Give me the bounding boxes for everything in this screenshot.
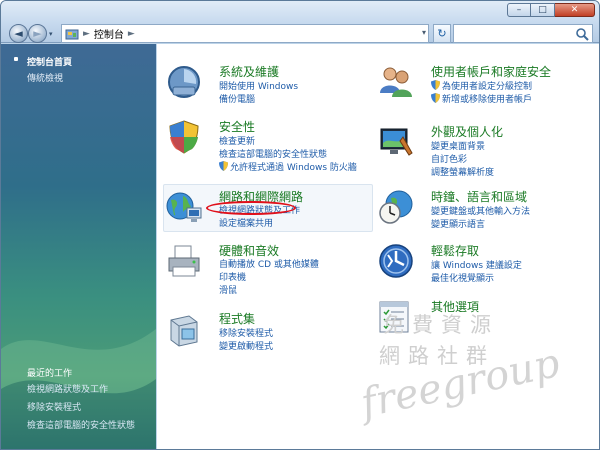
task-link[interactable]: 最佳化視覺顯示: [431, 271, 494, 284]
category-title[interactable]: 輕鬆存取: [431, 242, 479, 259]
uac-shield-icon: [219, 161, 228, 171]
navigation-pane: 控制台首頁 傳統檢視 最近的工作 檢視網路狀態及工作 移除安裝程式 檢查這部電腦…: [1, 44, 156, 449]
task-link-label[interactable]: 新增或移除使用者帳戶: [442, 95, 532, 105]
task-link[interactable]: 檢查更新: [219, 134, 255, 147]
address-dropdown-icon[interactable]: ▾: [422, 28, 426, 37]
search-icon[interactable]: [575, 27, 589, 41]
breadcrumb-control-panel[interactable]: 控制台: [94, 26, 124, 41]
recent-tasks-heading: 最近的工作: [27, 369, 73, 379]
network-globe-icon: [166, 192, 202, 222]
category-title[interactable]: 系統及維護: [219, 63, 279, 80]
category-title[interactable]: 使用者帳戶和家庭安全: [431, 63, 551, 80]
minimize-button[interactable]: –: [507, 3, 531, 17]
clock-globe-icon: [379, 190, 413, 224]
task-link[interactable]: 變更鍵盤或其他輸入方法: [431, 204, 530, 217]
task-link[interactable]: 檢查這部電腦的安全性狀態: [219, 147, 327, 160]
caption-buttons: – □ ✕: [507, 3, 595, 17]
task-link[interactable]: 移除安裝程式: [219, 326, 273, 339]
users-icon: [380, 67, 412, 97]
refresh-button[interactable]: ↻: [433, 24, 451, 43]
pane-background-wave: [1, 329, 156, 449]
breadcrumb-separator[interactable]: ►: [83, 29, 90, 39]
sidebar-item-home[interactable]: 控制台首頁: [27, 55, 72, 68]
task-link[interactable]: 允許程式通過 Windows 防火牆: [219, 160, 357, 173]
recent-task-network-status[interactable]: 檢視網路狀態及工作: [27, 382, 108, 395]
forward-button[interactable]: ►: [28, 24, 47, 43]
control-panel-window: – □ ✕ ◄ ► ▾ ► 控制台 ► ▾ ↻ 控制台首頁 傳統檢視 最近的工作…: [0, 0, 600, 450]
task-link-label[interactable]: 為使用者設定分級控制: [442, 82, 532, 92]
control-panel-icon: [65, 29, 79, 39]
task-link[interactable]: 變更顯示語言: [431, 217, 485, 230]
system-maintenance-icon: [168, 66, 200, 98]
ease-of-access-icon: [379, 244, 413, 278]
task-link[interactable]: 為使用者設定分級控制: [431, 79, 532, 92]
category-title[interactable]: 外觀及個人化: [431, 123, 503, 140]
task-link[interactable]: 變更桌面背景: [431, 139, 485, 152]
task-link[interactable]: 設定檔案共用: [219, 216, 273, 229]
task-link[interactable]: 新增或移除使用者帳戶: [431, 92, 532, 105]
back-button[interactable]: ◄: [9, 24, 28, 43]
address-bar[interactable]: ► 控制台 ► ▾: [61, 24, 429, 43]
highlight-oval: [206, 201, 296, 215]
programs-icon: [170, 315, 198, 347]
category-title[interactable]: 程式集: [219, 310, 255, 327]
maximize-button[interactable]: □: [531, 3, 555, 17]
security-shield-icon: [169, 120, 199, 154]
breadcrumb-separator[interactable]: ►: [128, 29, 135, 39]
close-button[interactable]: ✕: [555, 3, 595, 17]
task-link[interactable]: 備份電腦: [219, 92, 255, 105]
task-link[interactable]: 印表機: [219, 270, 246, 283]
category-title[interactable]: 安全性: [219, 118, 255, 135]
task-link-label[interactable]: 允許程式通過 Windows 防火牆: [230, 163, 357, 173]
search-box[interactable]: [453, 24, 593, 43]
uac-shield-icon: [431, 93, 440, 103]
printer-icon: [168, 245, 200, 277]
sidebar-item-classic-view[interactable]: 傳統檢視: [27, 71, 63, 84]
appearance-icon: [380, 128, 413, 156]
task-link[interactable]: 開始使用 Windows: [219, 79, 298, 92]
recent-task-uninstall[interactable]: 移除安裝程式: [27, 400, 81, 413]
uac-shield-icon: [431, 80, 440, 90]
watermark-line1: 免費資源: [383, 313, 499, 337]
task-link[interactable]: 自動播放 CD 或其他媒體: [219, 257, 319, 270]
title-bar: – □ ✕ ◄ ► ▾ ► 控制台 ► ▾ ↻: [1, 1, 599, 43]
active-bullet-icon: [14, 57, 18, 61]
task-link[interactable]: 自訂色彩: [431, 152, 467, 165]
category-pane: 系統及維護 開始使用 Windows 備份電腦 安全性 檢查更新 檢查這部電腦的…: [157, 44, 599, 449]
category-title[interactable]: 時鐘、語言和區域: [431, 188, 527, 205]
task-link[interactable]: 變更啟動程式: [219, 339, 273, 352]
task-link[interactable]: 讓 Windows 建議設定: [431, 258, 522, 271]
task-link[interactable]: 滑鼠: [219, 283, 237, 296]
search-input[interactable]: [457, 26, 575, 41]
recent-pages-dropdown[interactable]: ▾: [49, 30, 53, 38]
task-link[interactable]: 調整螢幕解析度: [431, 165, 494, 178]
recent-task-security-status[interactable]: 檢查這部電腦的安全性狀態: [27, 418, 135, 431]
